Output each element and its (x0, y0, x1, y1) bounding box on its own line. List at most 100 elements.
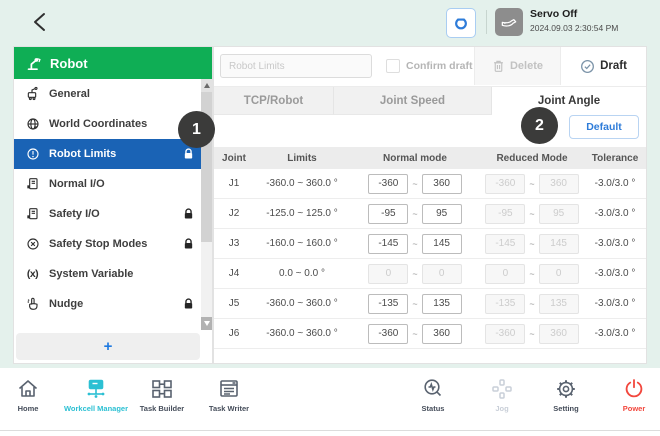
triangle-down-icon (203, 321, 210, 326)
normal-max-input[interactable] (421, 233, 462, 254)
robot-state-button[interactable] (495, 8, 523, 36)
toolbar: Confirm draft Delete Draft (214, 47, 646, 87)
sidebar-item-label: World Coordinates (49, 118, 148, 130)
general-icon (24, 86, 41, 103)
sidebar-item-normal-io[interactable]: Normal I/O (14, 169, 201, 199)
check-circle-icon (581, 59, 595, 73)
tolerance-cell: -3.0/3.0 ° (594, 208, 636, 219)
servo-status-block: Servo Off 2024.09.03 2:30:54 PM (530, 8, 618, 33)
nav-power[interactable]: Power (584, 374, 660, 413)
add-workcell-item-button[interactable]: + (16, 333, 200, 360)
tab-bar: TCP/Robot Joint Speed Joint Angle (214, 87, 646, 115)
range-separator: ~ (412, 328, 418, 339)
confirm-draft-checkbox[interactable]: Confirm draft (386, 59, 473, 73)
normal-min-input (368, 263, 409, 284)
main-panel: Confirm draft Delete Draft TCP/Robot Joi… (213, 46, 647, 364)
servo-timestamp: 2024.09.03 2:30:54 PM (530, 22, 619, 33)
normal-max-input[interactable] (421, 293, 462, 314)
range-separator: ~ (529, 178, 535, 189)
chevron-left-icon (34, 13, 45, 31)
sidebar-item-safety-io[interactable]: Safety I/O (14, 199, 201, 229)
normal-mode-cell: ~ (350, 323, 480, 344)
sidebar-header: Robot (14, 47, 212, 79)
range-separator: ~ (412, 238, 418, 249)
column-header-joint: Joint (222, 152, 246, 164)
normal-min-input[interactable] (368, 323, 409, 344)
draft-label: Draft (600, 60, 627, 72)
normal-min-input[interactable] (368, 203, 409, 224)
joint-cell: J6 (228, 328, 240, 339)
normal-mode-cell: ~ (350, 203, 480, 224)
range-separator: ~ (529, 238, 535, 249)
limits-cell: -360.0 ~ 360.0 ° (266, 298, 338, 309)
sidebar-item-general[interactable]: General (14, 79, 201, 109)
reduced-mode-cell: ~ (480, 203, 584, 224)
reduced-min-input (485, 233, 526, 254)
nudge-hand-icon (24, 296, 41, 313)
tab-joint-speed[interactable]: Joint Speed (334, 87, 492, 115)
lock-icon (183, 148, 194, 160)
draft-button[interactable]: Draft (560, 47, 646, 85)
sidebar-item-nudge[interactable]: Nudge (14, 289, 201, 319)
normal-min-input[interactable] (368, 293, 409, 314)
robot-hand-icon (501, 19, 517, 27)
annotation-badge-1: 1 (178, 111, 215, 148)
reduced-max-input (538, 173, 579, 194)
scroll-up-button[interactable] (201, 79, 212, 92)
reduced-min-input (485, 203, 526, 224)
reduced-max-input (538, 203, 579, 224)
range-separator: ~ (529, 298, 535, 309)
joint-cell: J1 (228, 178, 240, 189)
tolerance-cell: -3.0/3.0 ° (594, 238, 636, 249)
topbar-divider (486, 10, 487, 34)
reduced-max-input (538, 233, 579, 254)
sidebar-item-label: Nudge (49, 298, 84, 310)
sidebar-item-label: Normal I/O (49, 178, 105, 190)
servo-status-text: Servo Off (530, 8, 578, 20)
trash-icon (494, 60, 503, 72)
joint-angle-table: Joint Limits Normal mode Reduced Mode To… (214, 147, 646, 349)
sidebar-item-world-coordinates[interactable]: World Coordinates (14, 109, 201, 139)
table-row-j4: J4 0.0 ~ 0.0 ° ~ ~ -3.0/3.0 ° (214, 259, 646, 289)
reduced-mode-cell: ~ (480, 263, 584, 284)
sidebar-item-system-variable[interactable]: (x) System Variable (14, 259, 201, 289)
normal-mode-cell: ~ (350, 173, 480, 194)
tab-tcp-robot[interactable]: TCP/Robot (214, 87, 334, 115)
sidebar-list: General World Coordinates Robot Limits N… (14, 79, 201, 330)
normal-max-input[interactable] (421, 323, 462, 344)
range-separator: ~ (412, 208, 418, 219)
lock-icon (183, 208, 194, 220)
io-module-icon (24, 176, 41, 193)
normal-min-input[interactable] (368, 233, 409, 254)
stop-circle-icon (24, 236, 41, 253)
reduced-mode-cell: ~ (480, 293, 584, 314)
reduced-min-input (485, 173, 526, 194)
scroll-down-button[interactable] (201, 317, 212, 330)
tab-joint-angle[interactable]: Joint Angle (492, 87, 646, 115)
delete-button[interactable]: Delete (474, 47, 560, 85)
table-header: Joint Limits Normal mode Reduced Mode To… (214, 147, 646, 169)
nav-task-writer[interactable]: Task Writer (179, 374, 279, 413)
reduced-max-input (538, 263, 579, 284)
task-writer-icon (179, 374, 279, 401)
item-name-input[interactable] (220, 54, 372, 78)
back-button[interactable] (30, 11, 52, 33)
reduced-mode-cell: ~ (480, 323, 584, 344)
column-header-tolerance: Tolerance (591, 152, 639, 164)
sidebar-item-robot-limits[interactable]: Robot Limits (14, 139, 201, 169)
robot-arm-icon (27, 57, 41, 70)
column-header-normal-mode: Normal mode (383, 152, 447, 164)
default-button[interactable]: Default (569, 115, 639, 139)
normal-min-input[interactable] (368, 173, 409, 194)
reduced-min-input (485, 263, 526, 284)
sidebar-item-safety-stop-modes[interactable]: Safety Stop Modes (14, 229, 201, 259)
normal-max-input (421, 263, 462, 284)
normal-max-input[interactable] (421, 203, 462, 224)
reduced-min-input (485, 323, 526, 344)
lock-icon (183, 298, 194, 310)
servo-toggle-button[interactable] (446, 8, 476, 38)
servo-icon (455, 18, 467, 30)
io-module-icon (24, 206, 41, 223)
sidebar: Robot General World Coordinates Robot Li… (13, 46, 213, 364)
normal-max-input[interactable] (421, 173, 462, 194)
